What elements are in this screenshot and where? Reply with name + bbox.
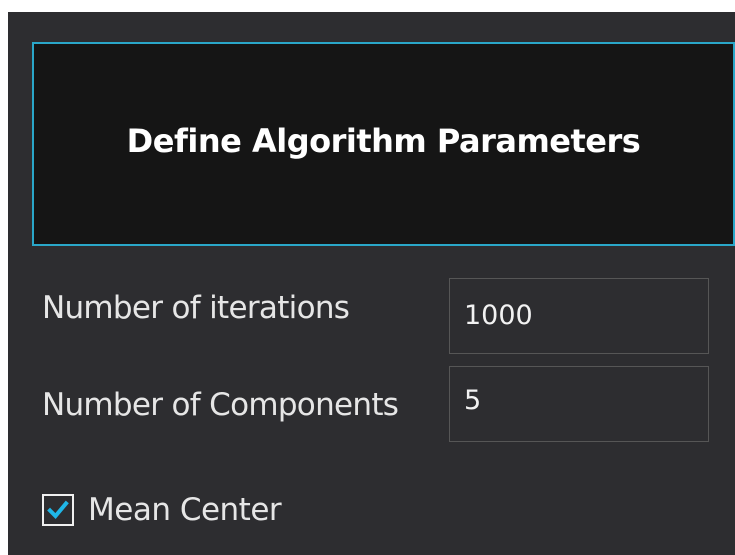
parameters-panel: Define Algorithm Parameters Number of it… <box>8 12 735 555</box>
define-algorithm-parameters-button[interactable]: Define Algorithm Parameters <box>32 42 735 246</box>
components-label: Number of Components <box>42 387 399 423</box>
header-title: Define Algorithm Parameters <box>126 122 641 160</box>
mean-center-label: Mean Center <box>88 492 282 528</box>
checkmark-icon <box>47 500 69 519</box>
mean-center-checkbox[interactable] <box>42 494 74 526</box>
iterations-input[interactable]: 1000 <box>449 278 709 354</box>
components-input[interactable]: 5 <box>449 366 709 442</box>
iterations-label: Number of iterations <box>42 290 350 326</box>
mean-center-option[interactable]: Mean Center <box>42 490 282 530</box>
